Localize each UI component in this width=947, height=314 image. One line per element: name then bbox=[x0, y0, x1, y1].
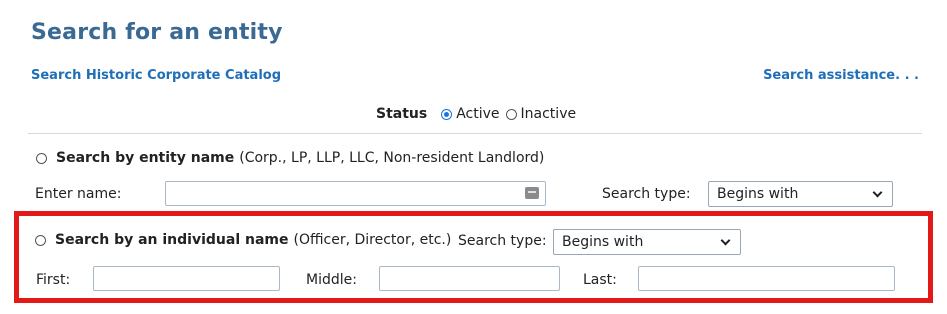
entity-search-hint: (Corp., LP, LLP, LLC, Non-resident Landl… bbox=[239, 150, 545, 166]
first-name-label: First: bbox=[36, 272, 71, 288]
entity-search-type-label: Search type: bbox=[602, 186, 691, 202]
individual-search-option: Search by an individual name (Officer, D… bbox=[35, 232, 451, 248]
individual-search-type-label: Search type: bbox=[458, 233, 547, 249]
status-filter: Status Active Inactive bbox=[376, 106, 582, 122]
individual-search-type-value: Begins with bbox=[562, 234, 644, 250]
entity-search-radio[interactable] bbox=[36, 152, 47, 164]
middle-name-input[interactable] bbox=[379, 266, 560, 291]
keyboard-icon[interactable] bbox=[525, 187, 539, 199]
individual-search-hint: (Officer, Director, etc.) bbox=[293, 232, 452, 248]
entity-name-input[interactable] bbox=[165, 181, 546, 206]
page-title: Search for an entity bbox=[31, 20, 283, 45]
divider bbox=[28, 133, 922, 134]
entity-search-type-select[interactable]: Begins with bbox=[708, 181, 893, 207]
entity-search-label[interactable]: Search by entity name bbox=[56, 150, 234, 166]
last-name-input[interactable] bbox=[638, 266, 895, 291]
individual-search-label[interactable]: Search by an individual name bbox=[55, 232, 289, 248]
search-assistance-link[interactable]: Search assistance. . . bbox=[763, 68, 919, 83]
individual-search-type-select[interactable]: Begins with bbox=[553, 229, 741, 255]
first-name-input[interactable] bbox=[93, 266, 280, 291]
entity-search-type-value: Begins with bbox=[717, 186, 799, 202]
entity-search-option: Search by entity name (Corp., LP, LLP, L… bbox=[36, 150, 544, 166]
status-label: Status bbox=[376, 106, 428, 122]
status-inactive-radio[interactable] bbox=[505, 108, 517, 120]
chevron-down-icon bbox=[720, 235, 731, 245]
status-inactive-label[interactable]: Inactive bbox=[521, 106, 577, 122]
status-active-radio[interactable] bbox=[441, 108, 453, 120]
middle-name-label: Middle: bbox=[306, 272, 357, 288]
search-historic-catalog-link[interactable]: Search Historic Corporate Catalog bbox=[31, 68, 281, 83]
chevron-down-icon bbox=[872, 187, 883, 197]
last-name-label: Last: bbox=[583, 272, 617, 288]
status-active-label[interactable]: Active bbox=[456, 106, 499, 122]
individual-search-radio[interactable] bbox=[35, 234, 46, 246]
enter-name-label: Enter name: bbox=[35, 186, 122, 202]
